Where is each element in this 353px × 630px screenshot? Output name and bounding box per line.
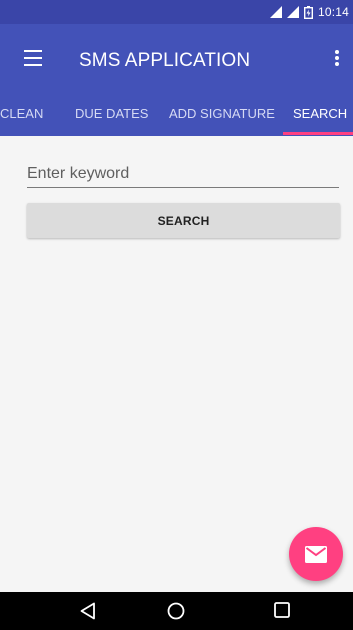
battery-icon [303, 5, 313, 19]
wifi-signal-icon [286, 6, 299, 18]
screen: 10:14 SMS APPLICATION CLEAN DUE DATES AD… [0, 0, 353, 630]
compose-fab[interactable] [289, 527, 343, 581]
back-icon[interactable] [80, 602, 96, 620]
hamburger-menu-icon[interactable] [24, 50, 42, 66]
app-title: SMS APPLICATION [79, 50, 251, 71]
tab-bar: CLEAN DUE DATES ADD SIGNATURE SEARCH [0, 94, 353, 136]
signal-icon [269, 6, 282, 18]
tab-due-dates[interactable]: DUE DATES [75, 94, 148, 136]
home-icon[interactable] [167, 602, 185, 620]
email-icon [305, 545, 327, 563]
tab-clean[interactable]: CLEAN [0, 94, 43, 136]
system-nav-bar [0, 592, 353, 630]
keyword-input[interactable] [27, 160, 339, 188]
app-bar: SMS APPLICATION [0, 24, 353, 94]
status-time: 10:14 [317, 5, 349, 19]
status-bar: 10:14 [0, 0, 353, 24]
tab-indicator [283, 132, 353, 135]
tab-search[interactable]: SEARCH [293, 94, 347, 136]
search-button[interactable]: SEARCH [27, 203, 340, 238]
tab-add-signature[interactable]: ADD SIGNATURE [169, 94, 275, 136]
recents-icon[interactable] [274, 602, 290, 618]
more-vert-icon[interactable] [335, 50, 339, 68]
